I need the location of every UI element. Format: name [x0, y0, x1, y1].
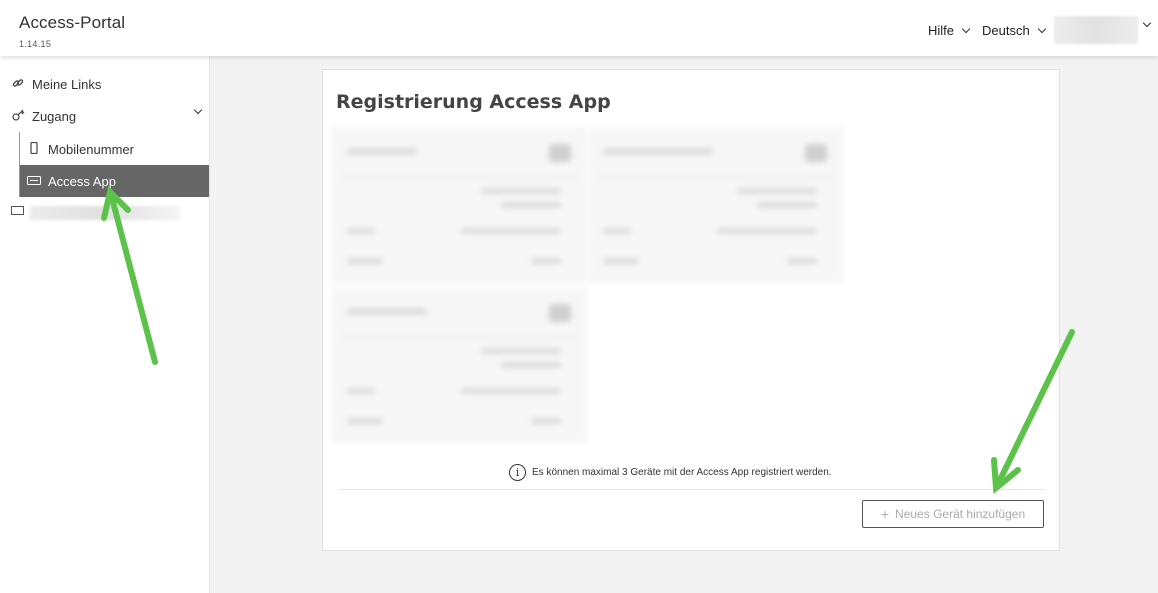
chevron-down-icon[interactable]: [1142, 18, 1152, 28]
device-card-redacted: [587, 126, 843, 284]
add-device-label: Neues Gerät hinzufügen: [895, 507, 1026, 521]
sidebar-item-mobilenummer[interactable]: Mobilenummer: [20, 133, 209, 165]
link-icon: [11, 77, 25, 92]
id-card-icon: [11, 206, 24, 215]
device-card-redacted: [331, 126, 587, 284]
divider: [339, 489, 1045, 490]
sidebar-item-redacted[interactable]: [30, 206, 180, 220]
device-card-redacted: [331, 286, 587, 444]
sidebar: Meine Links Zugang Mobilenummer Access A…: [0, 56, 210, 593]
sidebar-item-label: Meine Links: [32, 76, 102, 92]
phone-icon: [27, 141, 41, 157]
chevron-down-icon: [961, 24, 971, 33]
add-device-button[interactable]: + Neues Gerät hinzufügen: [862, 500, 1044, 528]
app-version: 1.14.15: [19, 39, 52, 49]
info-text: Es können maximal 3 Geräte mit der Acces…: [532, 467, 832, 478]
registration-card: Registrierung Access App i Es können max…: [322, 69, 1060, 551]
chevron-down-icon: [193, 105, 203, 115]
sidebar-item-label: Mobilenummer: [48, 141, 134, 157]
info-message: i Es können maximal 3 Geräte mit der Acc…: [509, 464, 832, 481]
key-icon: [11, 108, 25, 124]
help-menu[interactable]: Hilfe: [928, 23, 971, 38]
info-icon: i: [509, 464, 526, 481]
language-menu[interactable]: Deutsch: [982, 23, 1046, 38]
sidebar-item-meine-links[interactable]: Meine Links: [0, 68, 209, 100]
chevron-down-icon: [1037, 24, 1046, 33]
language-label: Deutsch: [982, 23, 1030, 38]
plus-icon: +: [880, 506, 890, 522]
sidebar-item-zugang[interactable]: Zugang: [0, 100, 209, 132]
sidebar-item-access-app[interactable]: Access App: [20, 165, 209, 197]
page-title: Registrierung Access App: [336, 91, 611, 113]
help-label: Hilfe: [928, 23, 955, 38]
user-menu-redacted[interactable]: [1054, 16, 1138, 44]
sidebar-item-label: Zugang: [32, 108, 77, 124]
top-header: Access-Portal 1.14.15 Hilfe Deutsch: [0, 0, 1158, 56]
app-title: Access-Portal: [19, 13, 126, 32]
sidebar-item-label: Access App: [48, 173, 116, 189]
keyboard-icon: [27, 174, 41, 188]
